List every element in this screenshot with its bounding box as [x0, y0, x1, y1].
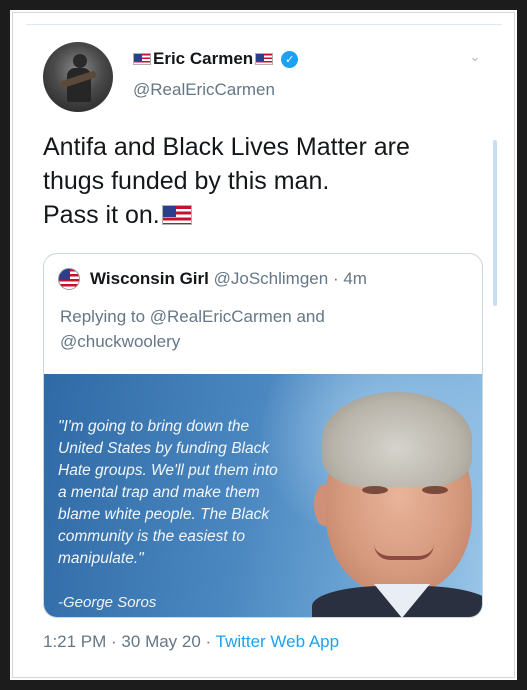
tweet-time[interactable]: 1:21 PM: [43, 632, 106, 651]
portrait-eye: [362, 486, 388, 494]
portrait-eye: [422, 486, 448, 494]
image-quote-line: Hate groups. We'll put them into: [58, 462, 278, 479]
author-avatar[interactable]: [43, 42, 113, 112]
quoted-author-avatar[interactable]: [58, 268, 80, 290]
quoted-author-row: Wisconsin Girl @JoSchlimgen · 4m: [90, 269, 367, 289]
replying-to-line: Replying to @RealEricCarmen and: [60, 307, 325, 326]
verified-badge-icon: ✓: [281, 50, 299, 68]
image-quote-line: community is the easiest to: [58, 528, 245, 545]
scrollbar[interactable]: [493, 140, 497, 306]
portrait-hair: [322, 392, 472, 487]
quoted-tweet[interactable]: Wisconsin Girl @JoSchlimgen · 4m Replyin…: [43, 253, 483, 618]
quoted-timestamp: · 4m: [332, 269, 367, 288]
author-handle[interactable]: @RealEricCarmen: [133, 80, 275, 100]
tweet-line: thugs funded by this man.: [43, 167, 330, 195]
tweet-date[interactable]: · 30 May 20 ·: [111, 632, 211, 651]
image-quote-line: blame white people. The Black: [58, 506, 270, 523]
quoted-author-handle: @JoSchlimgen: [213, 269, 329, 288]
image-quote-line: a mental trap and make them: [58, 484, 260, 501]
image-quote-line: manipulate.": [58, 550, 144, 567]
tweet-line: Pass it on.: [43, 201, 160, 229]
tweet-line: Antifa and Black Lives Matter are: [43, 133, 410, 161]
us-flag-icon: [161, 205, 192, 225]
author-name-row[interactable]: Eric Carmen ✓: [133, 48, 299, 70]
tweet-source-app[interactable]: Twitter Web App: [216, 632, 339, 651]
image-quote-text: "I'm going to bring down the United Stat…: [58, 416, 318, 570]
portrait-mouth: [374, 544, 434, 560]
divider: [26, 24, 502, 25]
chevron-down-icon[interactable]: ⌄: [466, 48, 484, 66]
tweet-metadata: 1:21 PM · 30 May 20 · Twitter Web App: [43, 632, 339, 652]
tweet-body: Antifa and Black Lives Matter are thugs …: [43, 130, 483, 232]
us-flag-icon: [133, 53, 151, 65]
us-flag-icon: [255, 53, 274, 65]
image-quote-attribution: -George Soros: [58, 594, 157, 611]
image-quote-line: United States by funding Black: [58, 440, 270, 457]
replying-to: Replying to @RealEricCarmen and @chuckwo…: [60, 304, 460, 354]
avatar-figure-head: [73, 54, 87, 68]
tweet-line-with-flag: Pass it on.: [43, 198, 483, 232]
replying-to-line: @chuckwoolery: [60, 332, 181, 351]
image-quote-line: "I'm going to bring down the: [58, 418, 250, 435]
quoted-author-name: Wisconsin Girl: [90, 269, 209, 288]
author-name[interactable]: Eric Carmen: [153, 49, 253, 69]
